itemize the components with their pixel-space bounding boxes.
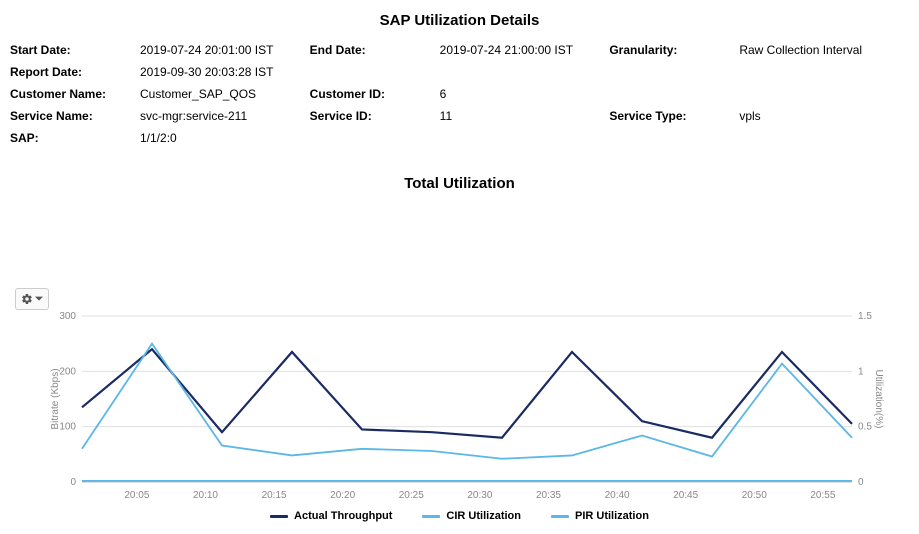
legend-label: Actual Throughput (294, 510, 392, 522)
sap-value: 1/1/2:0 (140, 131, 310, 145)
chevron-down-icon (35, 295, 43, 303)
gear-icon (21, 293, 33, 305)
svg-text:20:10: 20:10 (193, 490, 218, 501)
customer-name-value: Customer_SAP_QOS (140, 87, 310, 101)
start-date-value: 2019-07-24 20:01:00 IST (140, 43, 310, 57)
svg-text:20:05: 20:05 (124, 490, 149, 501)
svg-text:0: 0 (858, 477, 864, 488)
svg-text:20:45: 20:45 (673, 490, 698, 501)
customer-id-label: Customer ID: (310, 87, 440, 101)
svg-text:1.5: 1.5 (858, 311, 872, 322)
chart-settings-button[interactable] (15, 288, 49, 310)
legend-cir-utilization[interactable]: CIR Utilization (422, 510, 521, 522)
svg-text:100: 100 (59, 422, 76, 433)
svg-text:0.5: 0.5 (858, 422, 872, 433)
legend-label: PIR Utilization (575, 510, 649, 522)
chart-legend: Actual Throughput CIR Utilization PIR Ut… (0, 510, 919, 522)
svg-text:20:25: 20:25 (399, 490, 424, 501)
service-type-value: vpls (739, 109, 909, 123)
customer-id-value: 6 (440, 87, 610, 101)
customer-name-label: Customer Name: (10, 87, 140, 101)
svg-text:20:30: 20:30 (467, 490, 492, 501)
page-title: SAP Utilization Details (0, 0, 919, 43)
svg-text:Utilization(%): Utilization(%) (873, 370, 884, 429)
chart-title: Total Utilization (0, 175, 919, 192)
legend-pir-utilization[interactable]: PIR Utilization (551, 510, 649, 522)
report-date-label: Report Date: (10, 65, 140, 79)
svg-text:20:15: 20:15 (262, 490, 287, 501)
svg-text:300: 300 (59, 311, 76, 322)
end-date-label: End Date: (310, 43, 440, 57)
svg-text:20:20: 20:20 (330, 490, 355, 501)
svg-text:20:40: 20:40 (605, 490, 630, 501)
service-name-value: svc-mgr:service-211 (140, 109, 310, 123)
service-type-label: Service Type: (609, 109, 739, 123)
svg-text:0: 0 (70, 477, 76, 488)
service-id-label: Service ID: (310, 109, 440, 123)
granularity-label: Granularity: (609, 43, 739, 57)
end-date-value: 2019-07-24 21:00:00 IST (440, 43, 610, 57)
service-id-value: 11 (440, 109, 610, 123)
svg-text:200: 200 (59, 366, 76, 377)
svg-text:20:55: 20:55 (810, 490, 835, 501)
sap-label: SAP: (10, 131, 140, 145)
utilization-chart: 0 100 200 300 0 0.5 1 1.5 20:05 20:10 20:15 20:20 20… (48, 310, 886, 510)
svg-text:20:50: 20:50 (742, 490, 767, 501)
svg-text:20:35: 20:35 (536, 490, 561, 501)
report-date-value: 2019-09-30 20:03:28 IST (140, 65, 310, 79)
legend-label: CIR Utilization (446, 510, 521, 522)
service-name-label: Service Name: (10, 109, 140, 123)
svg-text:1: 1 (858, 366, 864, 377)
granularity-value: Raw Collection Interval (739, 43, 909, 57)
legend-actual-throughput[interactable]: Actual Throughput (270, 510, 392, 522)
meta-block: Start Date: 2019-07-24 20:01:00 IST End … (0, 43, 919, 145)
start-date-label: Start Date: (10, 43, 140, 57)
svg-text:Bitrate (Kbps): Bitrate (Kbps) (50, 368, 61, 429)
